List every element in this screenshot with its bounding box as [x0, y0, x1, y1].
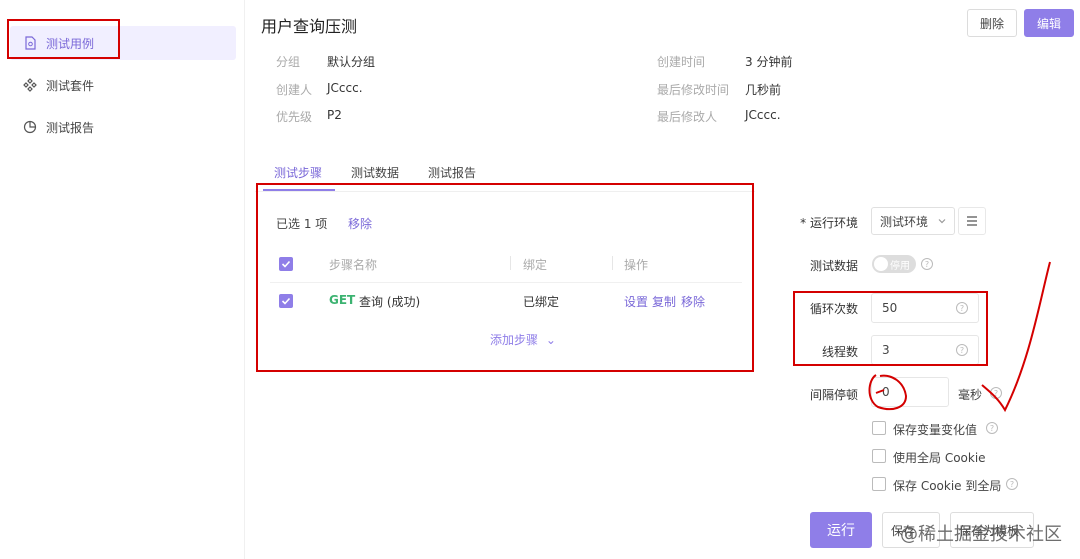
- menu-icon: [967, 216, 977, 226]
- sidebar-item-test-suites[interactable]: 测试套件: [10, 68, 236, 102]
- test-data-label: 测试数据: [809, 259, 858, 273]
- help-icon[interactable]: ?: [990, 387, 1002, 399]
- use-global-cookie-label: 使用全局 Cookie: [893, 451, 986, 465]
- sidebar: 测试用例 测试套件 测试报告: [0, 0, 245, 559]
- save-cookie-global-checkbox[interactable]: [872, 477, 886, 491]
- save-variables-checkbox[interactable]: [872, 421, 886, 435]
- file-icon: [22, 35, 38, 51]
- step-copy-link[interactable]: 复制: [652, 293, 676, 310]
- column-header-bound: 绑定: [523, 258, 548, 272]
- add-step-label: 添加步骤: [490, 333, 539, 347]
- tab-divider: [255, 191, 755, 192]
- interval-unit: 毫秒: [958, 388, 983, 402]
- help-icon[interactable]: ?: [986, 422, 998, 434]
- loop-count-input[interactable]: 50 ?: [871, 293, 979, 323]
- chevron-down-icon: [938, 219, 946, 224]
- priority-label: 优先级: [276, 110, 313, 124]
- modifier-label: 最后修改人: [657, 110, 718, 124]
- created-value: 3 分钟前: [745, 55, 793, 69]
- env-select[interactable]: 测试环境: [871, 207, 955, 235]
- tab-test-data[interactable]: 测试数据: [351, 164, 399, 181]
- help-icon[interactable]: ?: [1006, 478, 1018, 490]
- save-cookie-global-label: 保存 Cookie 到全局: [893, 479, 1002, 493]
- tab-underline: [263, 189, 335, 191]
- check-icon: [281, 297, 291, 305]
- help-icon[interactable]: ?: [956, 344, 968, 356]
- add-step-button[interactable]: 添加步骤 ⌄: [490, 331, 556, 348]
- column-separator: [612, 256, 613, 270]
- row-checkbox[interactable]: [279, 294, 293, 308]
- help-icon[interactable]: ?: [921, 258, 933, 270]
- check-icon: [281, 260, 291, 268]
- interval-input[interactable]: 0: [871, 377, 949, 407]
- sidebar-item-test-reports[interactable]: 测试报告: [10, 110, 236, 144]
- creator-value: JCccc.: [327, 81, 363, 95]
- tab-test-steps[interactable]: 测试步骤: [274, 164, 322, 181]
- sidebar-item-label: 测试用例: [46, 36, 95, 51]
- thread-count-label: 线程数: [821, 345, 858, 359]
- save-variables-label: 保存变量变化值: [893, 423, 978, 437]
- help-icon[interactable]: ?: [956, 302, 968, 314]
- creator-label: 创建人: [276, 83, 313, 97]
- thread-count-value: 3: [882, 343, 890, 357]
- sidebar-item-label: 测试报告: [46, 120, 95, 135]
- run-button[interactable]: 运行: [810, 512, 872, 548]
- select-all-checkbox[interactable]: [279, 257, 293, 271]
- sidebar-item-label: 测试套件: [46, 78, 95, 93]
- table-header-divider: [270, 282, 742, 283]
- modified-value: 几秒前: [745, 83, 782, 97]
- column-header-step-name: 步骤名称: [329, 258, 378, 272]
- thread-count-input[interactable]: 3 ?: [871, 335, 979, 365]
- loop-count-value: 50: [882, 301, 898, 315]
- modifier-value: JCccc.: [745, 108, 781, 122]
- bound-status: 已绑定: [523, 295, 560, 309]
- column-header-actions: 操作: [624, 258, 649, 272]
- env-settings-button[interactable]: [958, 207, 986, 235]
- group-value: 默认分组: [327, 55, 376, 69]
- interval-label: 间隔停顿: [809, 388, 858, 402]
- test-data-toggle[interactable]: 停用: [872, 255, 916, 273]
- toggle-knob: [874, 257, 888, 271]
- priority-value: P2: [327, 108, 342, 122]
- use-global-cookie-checkbox[interactable]: [872, 449, 886, 463]
- http-method-badge: GET: [329, 293, 356, 307]
- step-settings-link[interactable]: 设置: [624, 293, 648, 310]
- step-name: 查询 (成功): [359, 295, 421, 309]
- group-label: 分组: [276, 55, 301, 69]
- env-select-value: 测试环境: [880, 214, 929, 229]
- chevron-down-icon: ⌄: [545, 333, 556, 347]
- grid-icon: [22, 77, 38, 93]
- created-label: 创建时间: [657, 55, 706, 69]
- selection-count: 已选 1 项: [276, 217, 328, 231]
- toggle-text: 停用: [890, 261, 910, 272]
- interval-value: 0: [882, 385, 890, 399]
- page-title: 用户查询压测: [261, 17, 358, 36]
- loop-count-label: 循环次数: [809, 302, 858, 316]
- sidebar-item-test-cases[interactable]: 测试用例: [10, 26, 236, 60]
- column-separator: [510, 256, 511, 270]
- modified-label: 最后修改时间: [657, 83, 730, 97]
- tab-test-reports[interactable]: 测试报告: [428, 164, 476, 181]
- remove-selected-link[interactable]: 移除: [348, 215, 372, 232]
- watermark: @稀土掘金技术社区: [900, 524, 1062, 545]
- env-label: * 运行环境: [800, 216, 858, 230]
- delete-button[interactable]: 删除: [967, 9, 1017, 37]
- pie-chart-icon: [22, 119, 38, 135]
- step-remove-link[interactable]: 移除: [681, 293, 705, 310]
- edit-button[interactable]: 编辑: [1024, 9, 1074, 37]
